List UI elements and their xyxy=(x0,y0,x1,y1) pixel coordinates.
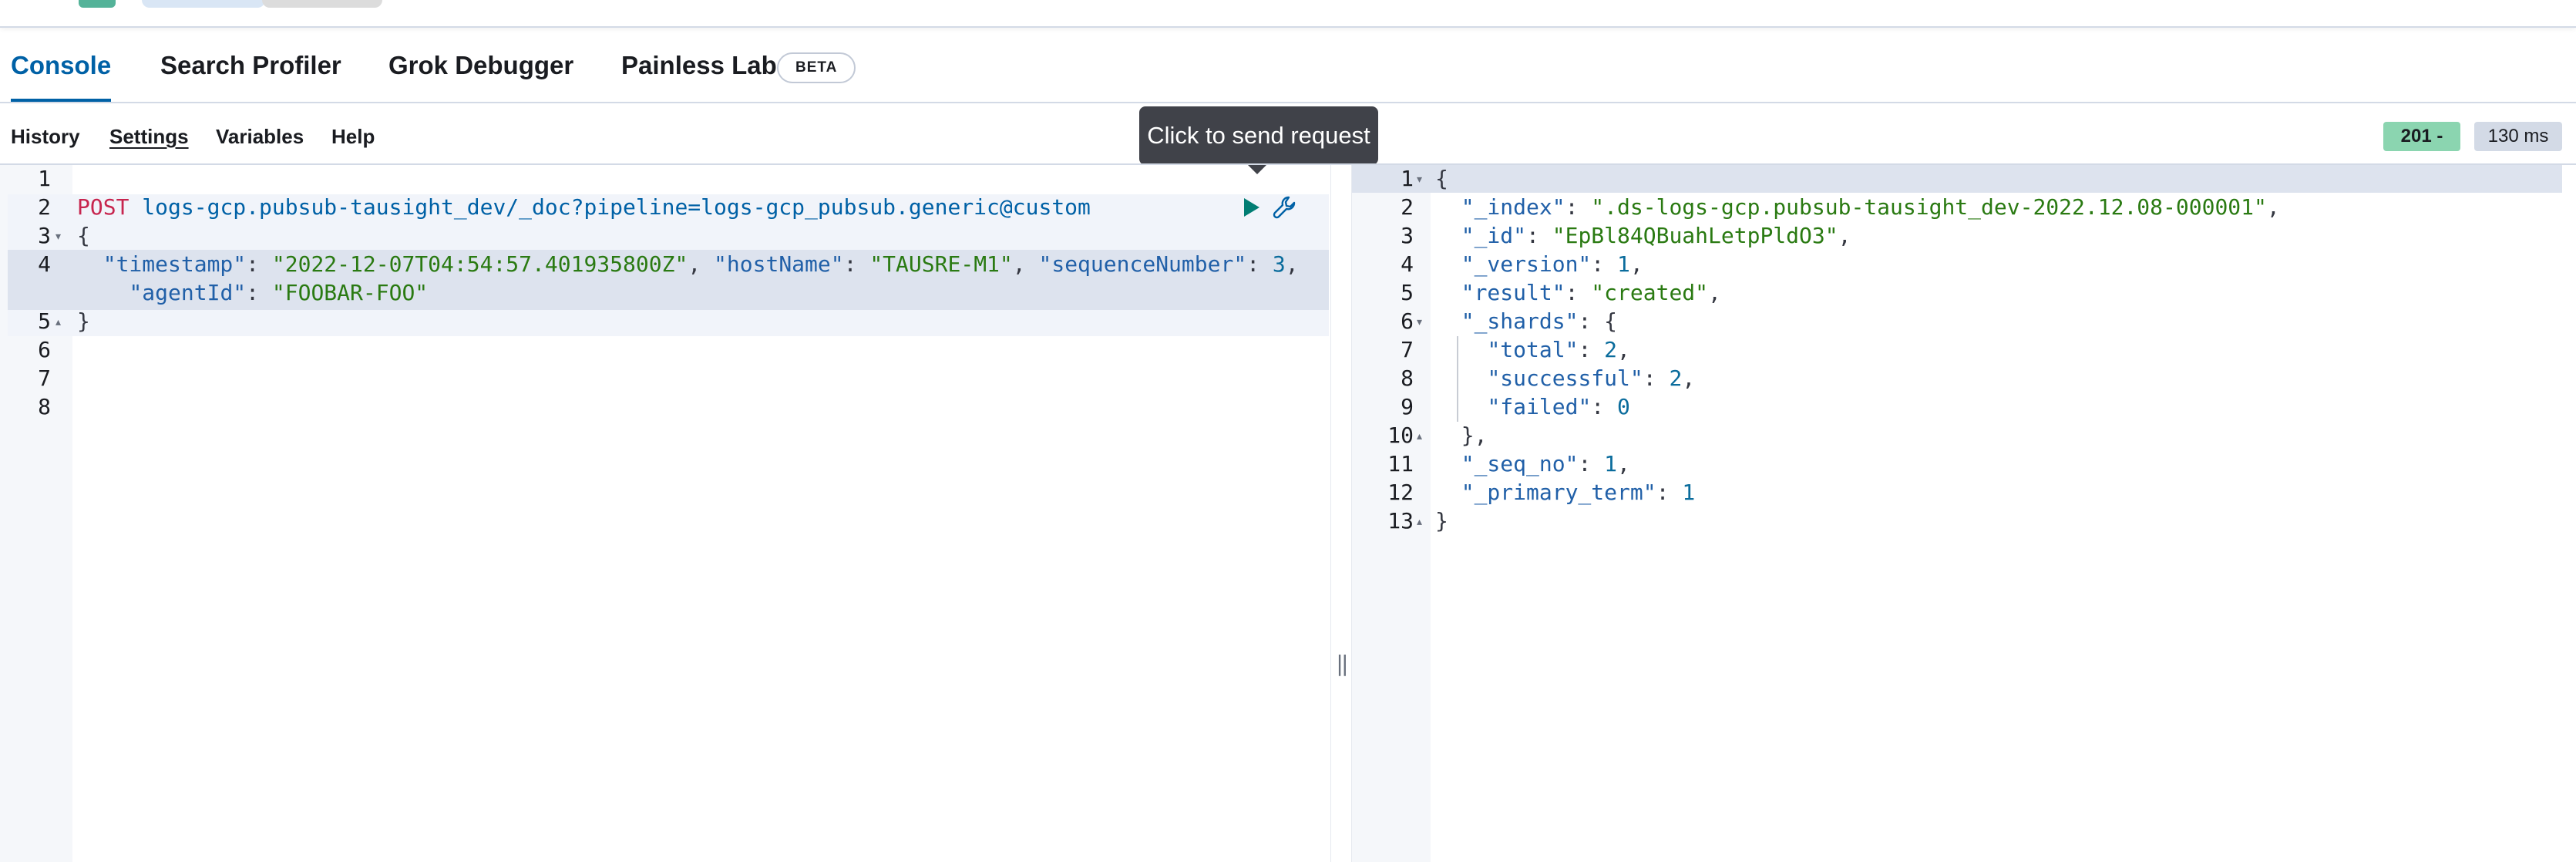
line-number: 3 xyxy=(1401,223,1414,248)
response-line[interactable]: "_version": 1, xyxy=(1435,251,1643,278)
line-number: 5 xyxy=(38,308,51,334)
response-time-badge: 130 ms xyxy=(2474,122,2562,151)
line-number: 6 xyxy=(1401,308,1414,334)
line-number: 1 xyxy=(38,166,51,191)
http-method: POST xyxy=(77,194,129,220)
json-value: "TAUSRE-M1" xyxy=(869,251,1013,277)
request-body-line[interactable]: "timestamp": "2022-12-07T04:54:57.401935… xyxy=(77,251,1299,278)
line-number: 11 xyxy=(1387,451,1414,476)
request-close-brace[interactable]: } xyxy=(77,308,90,335)
line-number: 8 xyxy=(38,394,51,419)
app-logo-button[interactable] xyxy=(79,0,116,8)
line-number: 1 xyxy=(1401,166,1414,191)
play-icon[interactable] xyxy=(1243,197,1261,218)
response-line[interactable]: "_index": ".ds-logs-gcp.pubsub-tausight_… xyxy=(1435,194,2280,221)
line-number: 12 xyxy=(1387,480,1414,505)
settings-button[interactable]: Settings xyxy=(109,125,189,149)
tab-search-profiler[interactable]: Search Profiler xyxy=(160,31,341,100)
response-active-line xyxy=(1350,165,2562,193)
request-body-line-wrapped[interactable]: "agentId": "FOOBAR-FOO" xyxy=(77,279,428,307)
json-key: "timestamp" xyxy=(103,251,247,277)
line-number: 10 xyxy=(1387,423,1414,448)
json-value: 3 xyxy=(1272,251,1286,277)
breadcrumb-item[interactable] xyxy=(142,0,265,8)
response-open-brace[interactable]: { xyxy=(1435,165,1448,193)
line-number: 6 xyxy=(38,337,51,362)
response-status-badge: 201 - xyxy=(2383,122,2460,151)
fold-toggle-icon[interactable]: ▾ xyxy=(55,230,61,243)
tab-grok-debugger[interactable]: Grok Debugger xyxy=(388,31,573,100)
history-button[interactable]: History xyxy=(11,125,80,149)
line-number: 7 xyxy=(1401,337,1414,362)
line-number: 7 xyxy=(38,365,51,391)
json-value: "FOOBAR-FOO" xyxy=(271,280,429,305)
response-line[interactable]: "successful": 2, xyxy=(1435,365,1695,392)
json-key: "sequenceNumber" xyxy=(1038,251,1247,277)
response-line[interactable]: }, xyxy=(1435,422,1488,450)
response-line[interactable]: "_seq_no": 1, xyxy=(1435,450,1630,478)
send-request-tooltip: Click to send request xyxy=(1139,106,1378,165)
line-number: 8 xyxy=(1401,365,1414,391)
line-number: 4 xyxy=(1401,251,1414,277)
tab-painless-lab[interactable]: Painless Lab xyxy=(621,31,777,100)
beta-badge: BETA xyxy=(777,52,856,83)
dev-tools-tabs: Console Search Profiler Grok Debugger Pa… xyxy=(0,31,2576,103)
wrench-icon[interactable] xyxy=(1272,194,1298,221)
response-line[interactable]: "_id": "EpBl84QBuahLetpPldO3", xyxy=(1435,222,1851,250)
line-number: 5 xyxy=(1401,280,1414,305)
response-line[interactable]: "result": "created", xyxy=(1435,279,1721,307)
fold-toggle-icon[interactable]: ▾ xyxy=(1417,315,1422,328)
fold-toggle-icon[interactable]: ▴ xyxy=(1417,429,1422,443)
fold-toggle-icon[interactable]: ▴ xyxy=(1417,515,1422,528)
breadcrumb-item[interactable] xyxy=(262,0,382,8)
fold-toggle-icon[interactable]: ▾ xyxy=(1417,173,1422,186)
resize-handle-icon[interactable]: ‖ xyxy=(1336,651,1349,676)
response-line[interactable]: "_primary_term": 1 xyxy=(1435,479,1695,507)
json-key: "agentId" xyxy=(129,280,247,305)
line-number: 2 xyxy=(1401,194,1414,220)
line-number: 13 xyxy=(1387,508,1414,534)
response-line[interactable]: "total": 2, xyxy=(1435,336,1629,364)
request-line[interactable]: POST logs-gcp.pubsub-tausight_dev/_doc?p… xyxy=(77,194,1091,221)
top-header xyxy=(0,0,2576,28)
json-key: "hostName" xyxy=(714,251,844,277)
line-number: 2 xyxy=(38,194,51,220)
response-close-brace[interactable]: } xyxy=(1435,507,1448,535)
line-number: 3 xyxy=(38,223,51,248)
response-line[interactable]: "failed": 0 xyxy=(1435,393,1629,421)
response-line[interactable]: "_shards": { xyxy=(1435,308,1617,335)
line-number: 9 xyxy=(1401,394,1414,419)
line-number: 4 xyxy=(38,251,51,277)
variables-button[interactable]: Variables xyxy=(216,125,304,149)
tab-console[interactable]: Console xyxy=(11,31,112,102)
console-editors: ‖ 1 2 3 ▾ 4 5 ▴ 6 7 8 POST logs-gcp.pubs… xyxy=(0,163,2576,862)
fold-toggle-icon[interactable]: ▴ xyxy=(55,315,61,328)
help-button[interactable]: Help xyxy=(331,125,375,149)
request-open-brace[interactable]: { xyxy=(77,222,90,250)
request-path: logs-gcp.pubsub-tausight_dev/_doc?pipeli… xyxy=(142,194,1091,220)
json-value: "2022-12-07T04:54:57.401935800Z" xyxy=(271,251,688,277)
